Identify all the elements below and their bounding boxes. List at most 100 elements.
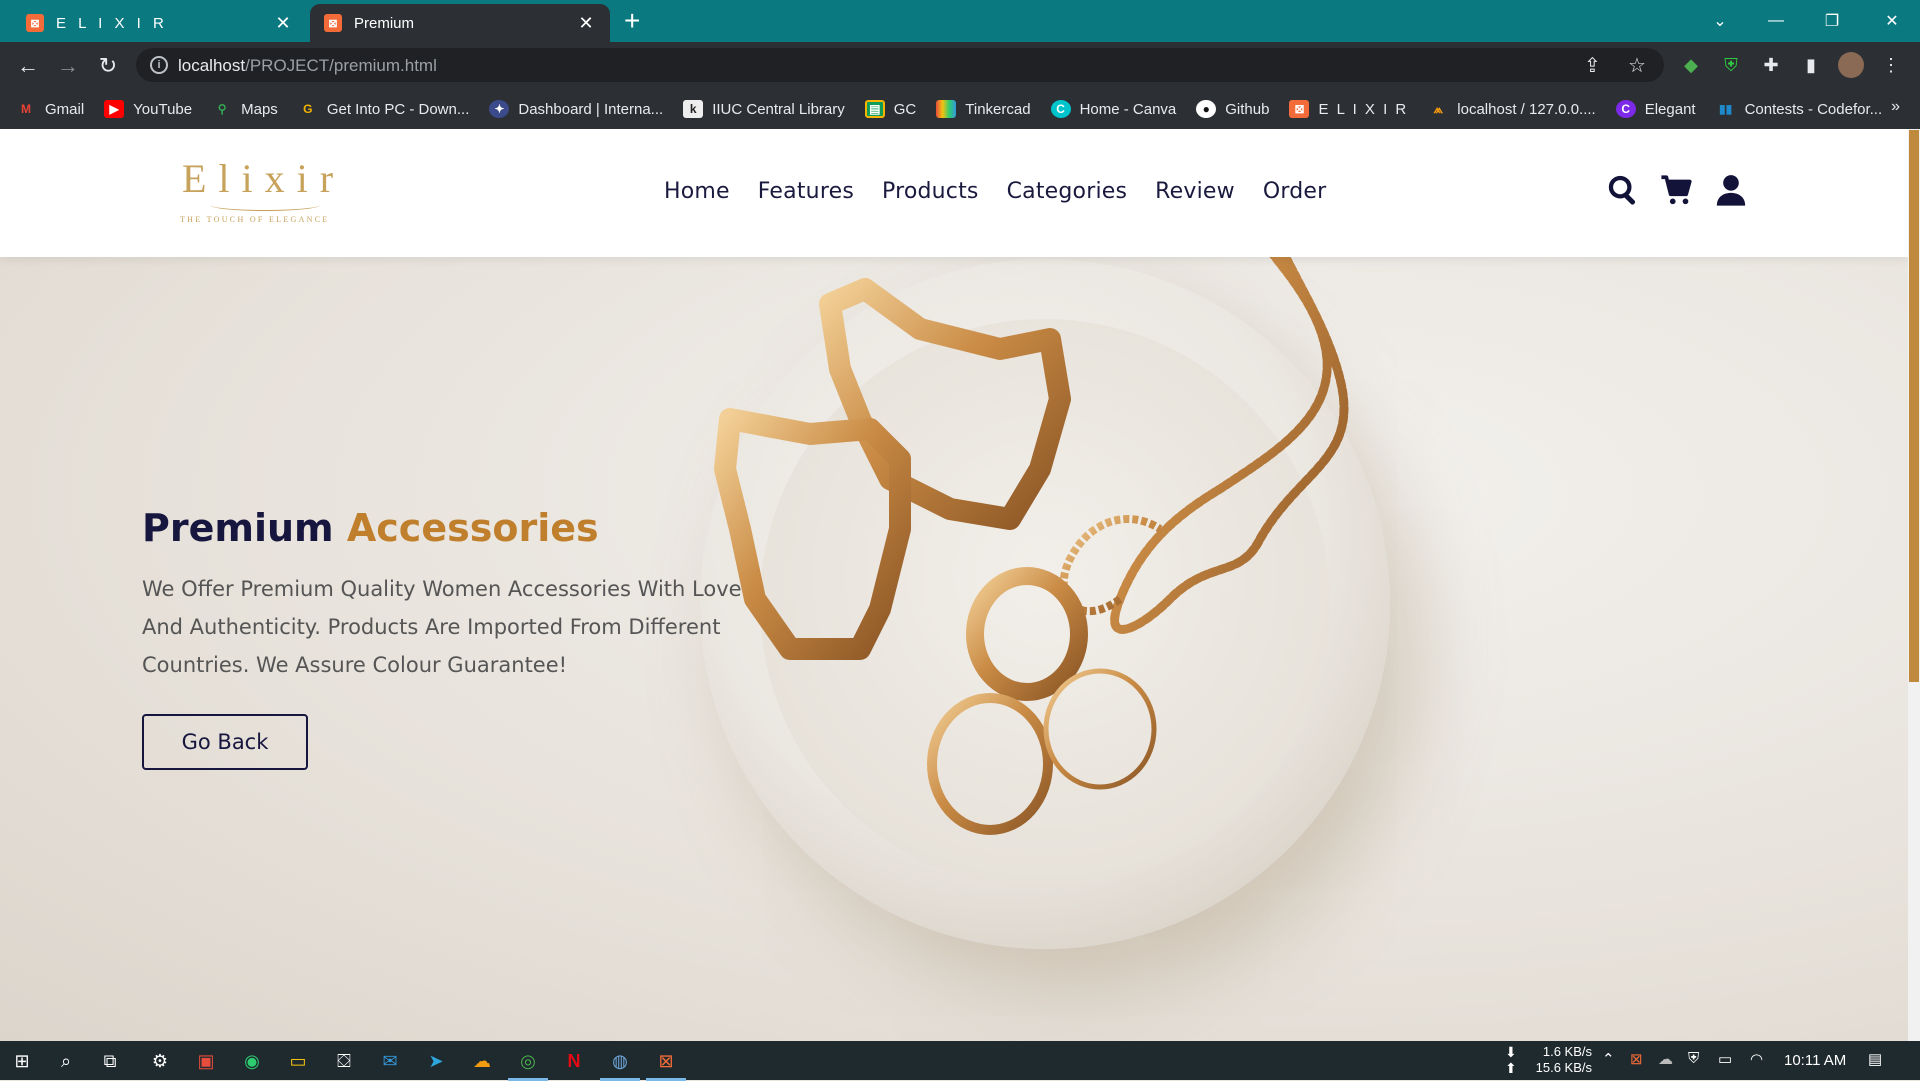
search-icon[interactable]: ⌕: [52, 1047, 80, 1075]
gmail-icon: M: [21, 102, 31, 116]
bookmark-star-icon[interactable]: ☆: [1628, 53, 1646, 78]
nav-review[interactable]: Review: [1155, 179, 1235, 204]
wifi-icon[interactable]: ◠: [1750, 1050, 1763, 1068]
cart-icon[interactable]: [1660, 173, 1694, 207]
maps-icon: ⚲: [217, 102, 227, 116]
cloud-app-icon[interactable]: ☁: [468, 1047, 496, 1075]
site-info-icon[interactable]: i: [150, 56, 168, 74]
tray-chevron-icon[interactable]: ⌃: [1602, 1050, 1615, 1068]
browser-toolbar: ← → ↻ i localhost/PROJECT/premium.html ⇪…: [0, 42, 1920, 89]
bookmark-library[interactable]: k IIUC Central Library: [683, 100, 845, 118]
extension-vpn-icon[interactable]: ◆: [1678, 52, 1704, 78]
bookmark-dashboard[interactable]: ✦ Dashboard | Interna...: [489, 100, 663, 118]
extension-shield-icon[interactable]: ⛨: [1718, 52, 1744, 78]
windows-start-icon[interactable]: ⊞: [8, 1047, 36, 1075]
bookmark-canva[interactable]: C Home - Canva: [1050, 100, 1176, 118]
hero-description: We Offer Premium Quality Women Accessori…: [142, 577, 742, 677]
more-bookmarks-icon[interactable]: »: [1891, 98, 1900, 116]
bookmark-tinkercad[interactable]: Tinkercad: [936, 100, 1031, 118]
bookmark-gmail[interactable]: M Gmail: [16, 100, 84, 118]
bookmark-github[interactable]: ● Github: [1196, 100, 1269, 118]
tab-title: Premium: [354, 14, 415, 32]
qbittorrent-icon[interactable]: ◍: [600, 1047, 640, 1081]
onedrive-icon[interactable]: ☁: [1658, 1050, 1673, 1068]
reload-icon[interactable]: ↻: [92, 50, 124, 82]
hero-title: Premium Accessories: [142, 506, 599, 550]
store-icon[interactable]: ⛋: [330, 1047, 358, 1075]
tray-xampp-icon[interactable]: ⊠: [1630, 1050, 1643, 1068]
share-icon[interactable]: ⇪: [1584, 53, 1601, 78]
xampp-icon[interactable]: ⊠: [646, 1047, 686, 1081]
chrome-icon[interactable]: ◎: [508, 1047, 548, 1081]
xampp-icon: ⊠: [324, 14, 342, 32]
main-nav: Home Features Products Categories Review…: [664, 179, 1326, 204]
bookmark-getintopc[interactable]: G Get Into PC - Down...: [298, 100, 469, 118]
extensions-puzzle-icon[interactable]: ✚: [1758, 52, 1784, 78]
url-text[interactable]: localhost/PROJECT/premium.html: [178, 56, 437, 76]
site-header: Elixir THE TOUCH OF ELEGANCE Home Featur…: [0, 129, 1908, 257]
page-viewport: Elixir THE TOUCH OF ELEGANCE Home Featur…: [0, 129, 1908, 1041]
canva-icon: C: [1050, 100, 1071, 118]
xampp-icon: ⊠: [1289, 100, 1310, 118]
xampp-icon: ⊠: [26, 14, 44, 32]
new-tab-button[interactable]: +: [624, 6, 640, 36]
bookmark-localhost[interactable]: ⩕ localhost / 127.0.0....: [1428, 100, 1596, 118]
forward-icon[interactable]: →: [52, 50, 84, 82]
netflix-icon[interactable]: N: [560, 1047, 588, 1075]
logo-swirl: [210, 199, 320, 211]
elixir-logo[interactable]: Elixir THE TOUCH OF ELEGANCE: [180, 149, 345, 229]
profile-avatar[interactable]: [1838, 52, 1864, 78]
search-icon[interactable]: [1606, 173, 1640, 207]
user-icon[interactable]: [1714, 173, 1748, 207]
taskbar-clock[interactable]: 10:11 AM: [1784, 1052, 1846, 1069]
bookmark-elixir[interactable]: ⊠ E L I X I R: [1289, 100, 1408, 118]
bookmark-gc[interactable]: ▤ GC: [864, 100, 916, 118]
back-icon[interactable]: ←: [12, 50, 44, 82]
getintopc-icon: G: [303, 102, 313, 116]
classroom-icon: ▤: [864, 100, 885, 118]
settings-gear-icon[interactable]: ⚙: [146, 1047, 174, 1075]
bookmark-maps[interactable]: ⚲ Maps: [212, 100, 278, 118]
notifications-icon[interactable]: ▤: [1868, 1050, 1882, 1068]
telegram-icon[interactable]: ➤: [422, 1047, 450, 1075]
iiuc-icon: ✦: [489, 100, 510, 118]
codeforces-icon: ▮▮: [1718, 102, 1733, 116]
nav-categories[interactable]: Categories: [1007, 179, 1128, 204]
close-window-button[interactable]: ✕: [1864, 0, 1920, 42]
koha-icon: k: [683, 100, 704, 118]
minimize-button[interactable]: —: [1748, 0, 1804, 42]
go-back-button[interactable]: Go Back: [142, 714, 308, 770]
scrollbar-thumb[interactable]: [1909, 130, 1919, 682]
defender-icon[interactable]: ⛨: [1688, 1050, 1699, 1067]
browser-menu-icon[interactable]: ⋮: [1878, 52, 1904, 78]
phpmyadmin-icon: ⩕: [1433, 101, 1444, 116]
close-tab-icon[interactable]: ✕: [273, 13, 293, 34]
tab-search-icon[interactable]: ⌄: [1692, 0, 1748, 42]
close-tab-icon[interactable]: ✕: [576, 13, 596, 34]
side-panel-icon[interactable]: ▮: [1798, 52, 1824, 78]
nav-features[interactable]: Features: [758, 179, 854, 204]
tab-title: E L I X I R: [56, 14, 168, 32]
battery-icon[interactable]: ▭: [1718, 1050, 1732, 1068]
canva-icon: C: [1615, 100, 1636, 118]
mail-icon[interactable]: ✉: [376, 1047, 404, 1075]
restore-button[interactable]: ❐: [1804, 0, 1860, 42]
tinkercad-icon: [936, 100, 957, 118]
hero-section: Premium Accessories We Offer Premium Qua…: [142, 506, 742, 770]
nav-order[interactable]: Order: [1263, 179, 1327, 204]
file-explorer-icon[interactable]: ▭: [284, 1047, 312, 1075]
tab-premium[interactable]: ⊠ Premium ✕: [310, 4, 610, 42]
tab-elixir[interactable]: ⊠ E L I X I R ✕: [12, 4, 307, 42]
net-arrows-icon: ⬇ ⬆: [1505, 1044, 1517, 1076]
task-view-icon[interactable]: ⧉: [96, 1047, 124, 1075]
address-bar[interactable]: i localhost/PROJECT/premium.html ⇪ ☆: [136, 48, 1664, 82]
bookmark-codeforces[interactable]: ▮▮ Contests - Codefor...: [1716, 100, 1882, 118]
nav-products[interactable]: Products: [882, 179, 979, 204]
nav-home[interactable]: Home: [664, 179, 730, 204]
youtube-icon: ▶: [104, 100, 125, 118]
bookmark-youtube[interactable]: ▶ YouTube: [104, 100, 192, 118]
office-icon[interactable]: ▣: [192, 1047, 220, 1075]
bookmark-elegant[interactable]: C Elegant: [1615, 100, 1696, 118]
edge-icon[interactable]: ◉: [238, 1047, 266, 1075]
github-icon: ●: [1196, 100, 1217, 118]
